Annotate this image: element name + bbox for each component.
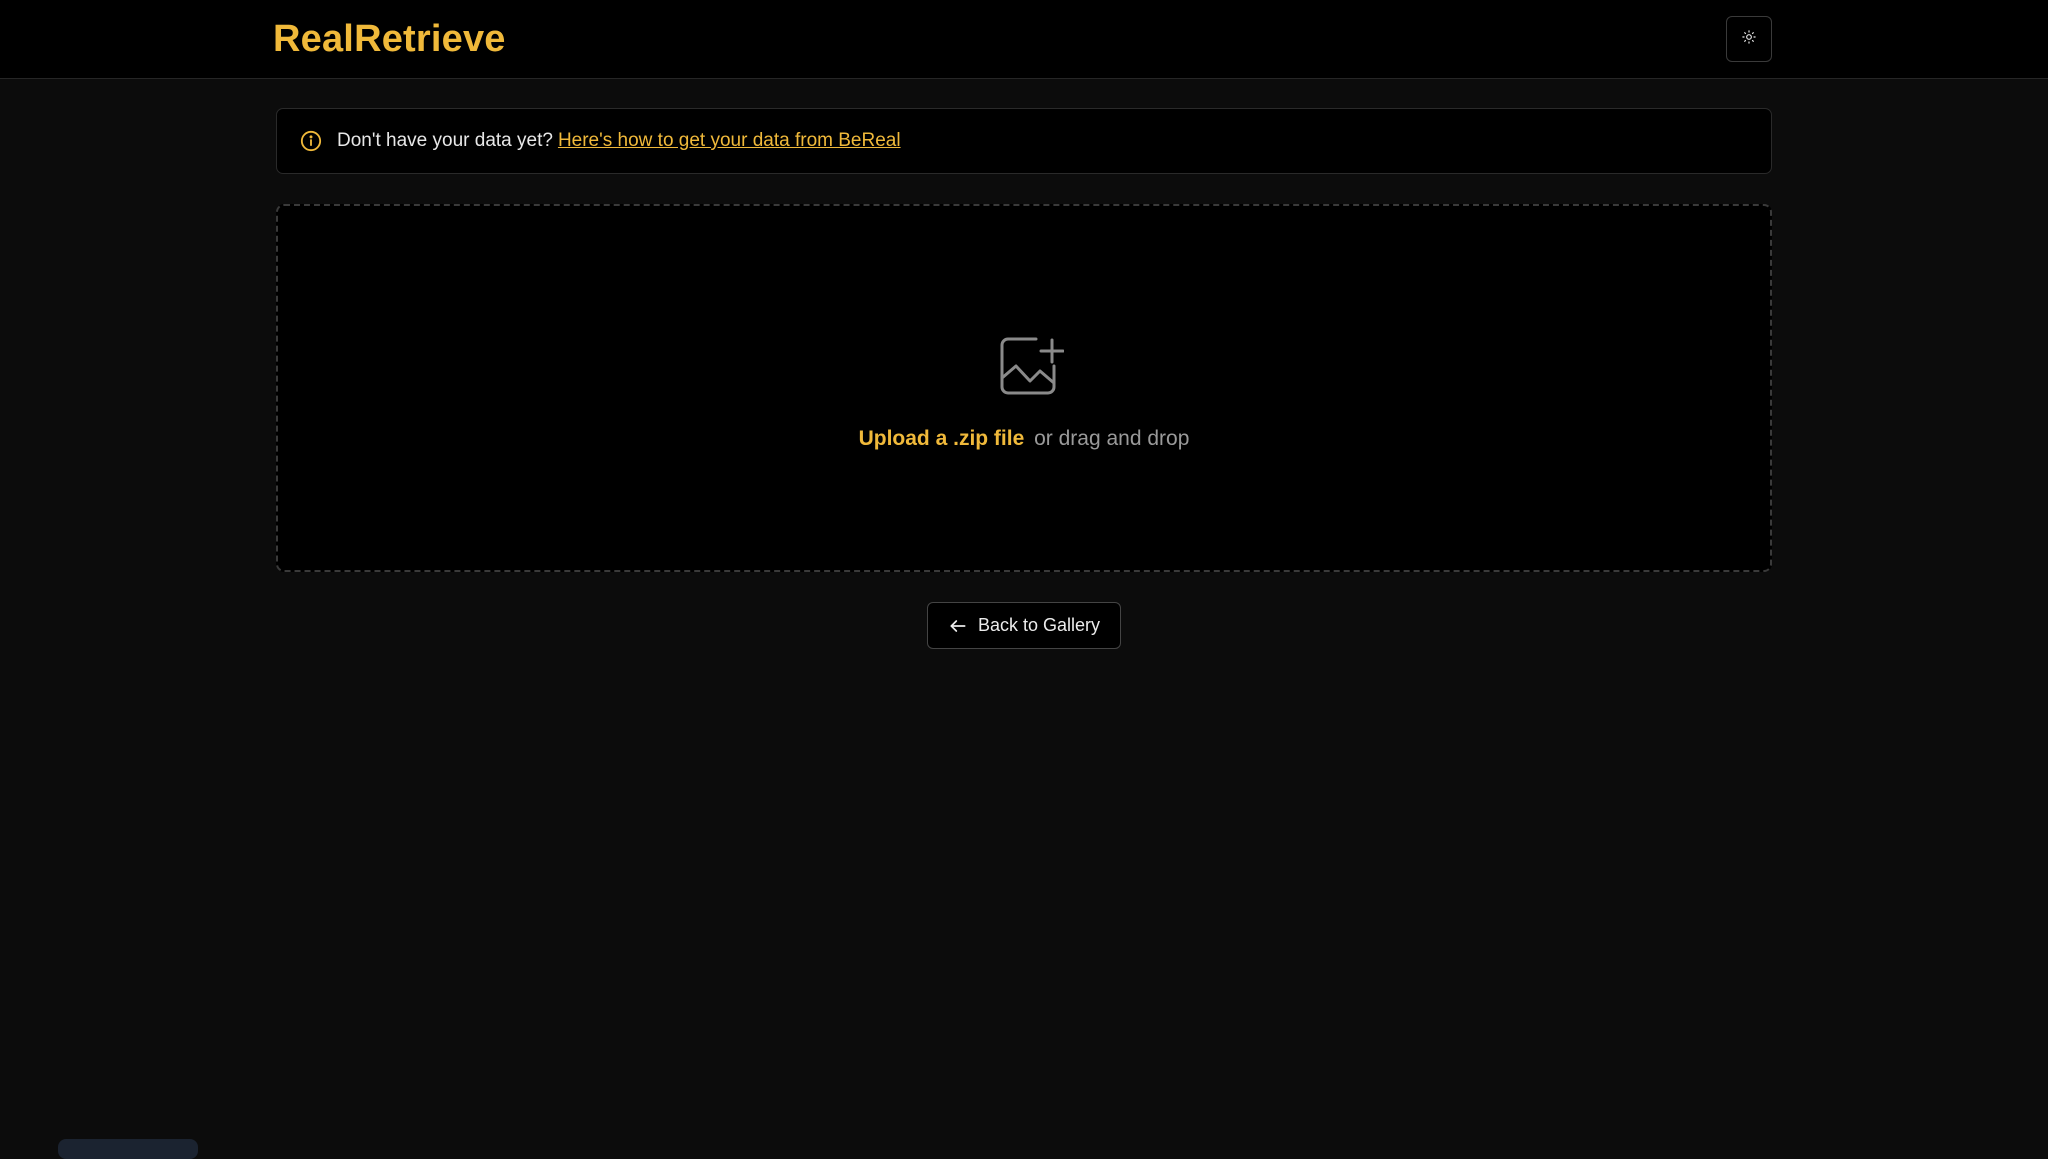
upload-prompt: Upload a .zip file or drag and drop: [278, 426, 1770, 452]
theme-toggle-button[interactable]: [1726, 16, 1772, 62]
info-icon: [299, 129, 323, 153]
banner-text: Don't have your data yet?: [337, 130, 553, 151]
image-plus-icon: [996, 334, 1065, 398]
arrow-left-icon: [948, 616, 968, 636]
zip-upload-dropzone[interactable]: Upload a .zip file or drag and drop: [276, 204, 1772, 572]
upload-zip-link[interactable]: Upload a .zip file: [859, 427, 1025, 450]
bereal-data-help-link[interactable]: Here's how to get your data from BeReal: [558, 129, 901, 153]
app-header: RealRetrieve: [0, 0, 2048, 79]
info-banner: Don't have your data yet? Here's how to …: [276, 108, 1772, 174]
app-logo-text[interactable]: RealRetrieve: [273, 17, 506, 61]
drag-drop-text: or drag and drop: [1034, 427, 1190, 450]
back-to-gallery-button[interactable]: Back to Gallery: [927, 602, 1121, 649]
bottom-floating-tab[interactable]: [58, 1139, 198, 1159]
sun-icon: [1742, 29, 1756, 49]
back-to-gallery-label: Back to Gallery: [977, 615, 1101, 635]
